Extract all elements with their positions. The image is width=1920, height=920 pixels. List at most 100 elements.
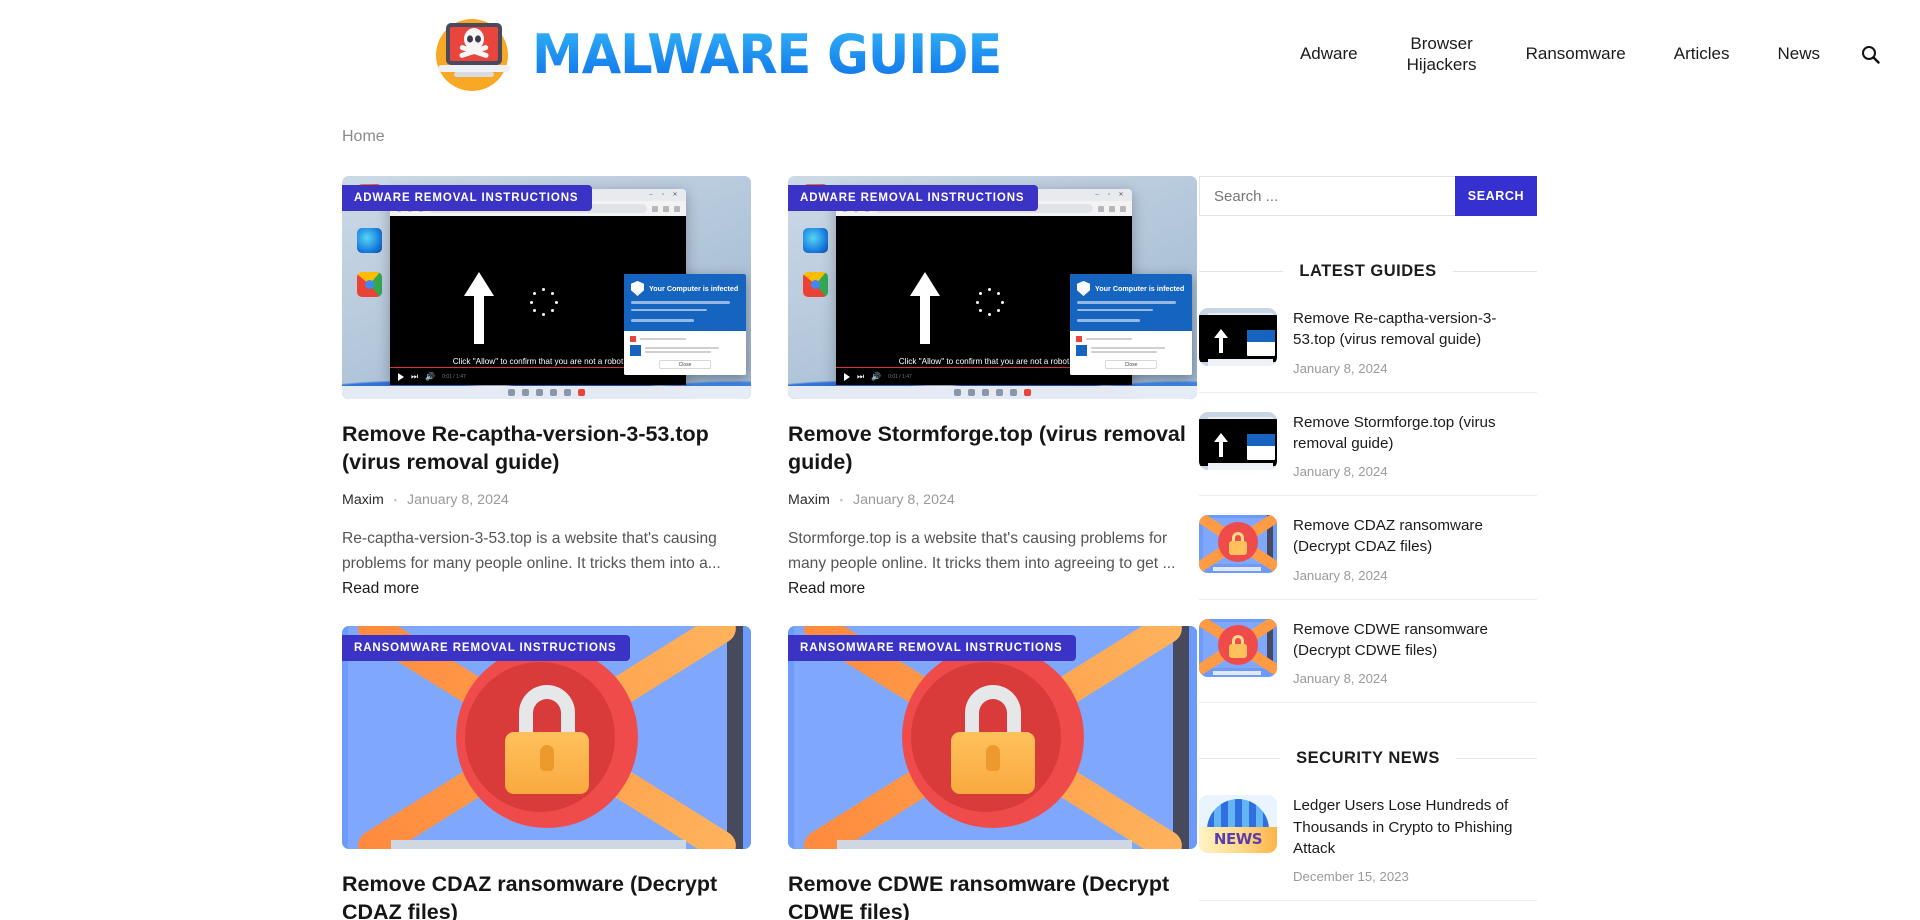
main-navigation: Adware Browser Hijackers Ransomware Arti… (1276, 33, 1920, 76)
news-thumb-label: NEWS (1213, 830, 1263, 849)
security-news-heading-text: SECURITY NEWS (1296, 749, 1440, 768)
list-item-title[interactable]: Ledger Users Lose Hundreds of Thousands … (1293, 795, 1537, 859)
nav-item-browser-hijackers[interactable]: Browser Hijackers (1382, 33, 1502, 76)
fake-alert-title: Your Computer is infected (1095, 284, 1185, 293)
post-date: January 8, 2024 (852, 491, 955, 508)
post-excerpt: Re-captha-version-3-53.top is a website … (342, 526, 751, 602)
list-item-date: January 8, 2024 (1293, 567, 1388, 583)
list-item-date: January 8, 2024 (1293, 360, 1388, 376)
search-button[interactable]: SEARCH (1455, 176, 1537, 216)
list-item[interactable]: Remove CDAZ ransomware (Decrypt CDAZ fil… (1199, 496, 1537, 600)
post-meta: Maxim ▪ January 8, 2024 (342, 492, 751, 508)
security-news-list: NEWS Ledger Users Lose Hundreds of Thous… (1199, 776, 1537, 902)
post-grid: – ▫ ✕ Click "Allow" to confirm that you … (342, 176, 1197, 920)
site-logo-text: MALWARE GUIDE (532, 22, 1002, 86)
nav-item-articles[interactable]: Articles (1650, 43, 1754, 64)
up-arrow-icon (910, 272, 940, 344)
edge-icon (802, 228, 828, 253)
category-badge[interactable]: ADWARE REMOVAL INSTRUCTIONS (342, 185, 592, 211)
fake-alert-close-button[interactable]: Close (659, 359, 711, 369)
list-item-title[interactable]: Remove CDAZ ransomware (Decrypt CDAZ fil… (1293, 515, 1537, 558)
latest-guides-list: Remove Re-captha-version-3-53.top (virus… (1199, 289, 1537, 704)
fake-security-alert: Your Computer is infected Close (624, 274, 746, 375)
post-excerpt-text: Stormforge.top is a website that's causi… (788, 529, 1176, 572)
news-globe-icon: NEWS (1199, 795, 1277, 854)
post-card[interactable]: – ▫ ✕ Click "Allow" to confirm that you … (342, 176, 751, 602)
site-logo[interactable]: MALWARE GUIDE (428, 15, 1002, 93)
post-list: – ▫ ✕ Click "Allow" to confirm that you … (342, 176, 1197, 920)
post-author[interactable]: Maxim (788, 492, 830, 508)
post-card[interactable]: RANSOMWARE REMOVAL INSTRUCTIONS Remove C… (342, 625, 751, 920)
chrome-icon (356, 272, 382, 297)
category-badge[interactable]: RANSOMWARE REMOVAL INSTRUCTIONS (788, 634, 1076, 661)
list-item-date: January 8, 2024 (1293, 671, 1388, 687)
fake-alert-close-button[interactable]: Close (1105, 359, 1157, 369)
post-author[interactable]: Maxim (342, 492, 384, 508)
sidebar-search-form: SEARCH (1199, 176, 1537, 216)
nav-item-news[interactable]: News (1753, 43, 1844, 64)
breadcrumb: Home (342, 128, 1920, 146)
meta-separator-icon: ▪ (393, 494, 397, 505)
padlock-shackle-icon (518, 685, 575, 739)
sidebar: SEARCH LATEST GUIDES Remove Re-captha-ve… (1199, 176, 1538, 902)
list-item-thumbnail: NEWS (1199, 795, 1277, 854)
list-item[interactable]: Remove Stormforge.top (virus removal gui… (1199, 393, 1537, 497)
page-body: – ▫ ✕ Click "Allow" to confirm that you … (342, 176, 1582, 920)
padlock-shackle-icon (964, 685, 1021, 739)
post-thumbnail[interactable]: RANSOMWARE REMOVAL INSTRUCTIONS (342, 625, 751, 849)
loading-spinner-icon (530, 288, 559, 317)
post-meta: Maxim ▪ January 8, 2024 (788, 492, 1197, 508)
fake-security-alert: Your Computer is infected Close (1070, 274, 1192, 375)
list-item-date: December 15, 2023 (1293, 869, 1409, 885)
read-more-link[interactable]: Read more (788, 580, 865, 597)
category-badge[interactable]: RANSOMWARE REMOVAL INSTRUCTIONS (342, 634, 630, 661)
post-excerpt-text: Re-captha-version-3-53.top is a website … (342, 529, 721, 572)
post-title[interactable]: Remove CDWE ransomware (Decrypt CDWE fil… (788, 870, 1197, 920)
post-title[interactable]: Remove Re-captha-version-3-53.top (virus… (342, 420, 751, 477)
security-news-heading: SECURITY NEWS (1199, 749, 1537, 768)
list-item-title[interactable]: Remove Stormforge.top (virus removal gui… (1293, 412, 1537, 455)
chrome-icon (802, 272, 828, 297)
list-item[interactable]: NEWS Ledger Users Lose Hundreds of Thous… (1199, 776, 1537, 902)
fake-alert-title: Your Computer is infected (649, 284, 739, 293)
heading-rule-left (1199, 271, 1284, 272)
read-more-link[interactable]: Read more (342, 580, 419, 597)
list-item-date: January 8, 2024 (1293, 464, 1388, 480)
post-card[interactable]: – ▫ ✕ Click "Allow" to confirm that you … (788, 176, 1197, 602)
taskbar (342, 386, 751, 399)
post-date: January 8, 2024 (406, 491, 509, 508)
post-card[interactable]: RANSOMWARE REMOVAL INSTRUCTIONS Remove C… (788, 625, 1197, 920)
category-badge[interactable]: ADWARE REMOVAL INSTRUCTIONS (788, 185, 1038, 211)
post-thumbnail[interactable]: – ▫ ✕ Click "Allow" to confirm that you … (342, 176, 751, 399)
up-arrow-icon (464, 272, 494, 344)
taskbar (788, 386, 1197, 399)
nav-item-adware[interactable]: Adware (1276, 43, 1382, 64)
heading-rule-right (1455, 758, 1537, 760)
latest-guides-heading-text: LATEST GUIDES (1299, 262, 1437, 280)
latest-guides-heading: LATEST GUIDES (1199, 262, 1538, 281)
post-title[interactable]: Remove CDAZ ransomware (Decrypt CDAZ fil… (342, 870, 751, 920)
breadcrumb-home[interactable]: Home (342, 128, 385, 145)
search-icon[interactable] (1844, 34, 1896, 74)
list-item[interactable]: Remove CDWE ransomware (Decrypt CDWE fil… (1199, 600, 1537, 704)
meta-separator-icon: ▪ (839, 494, 843, 505)
post-title[interactable]: Remove Stormforge.top (virus removal gui… (788, 420, 1197, 477)
heading-rule-left (1199, 758, 1281, 760)
post-thumbnail[interactable]: RANSOMWARE REMOVAL INSTRUCTIONS (788, 625, 1197, 849)
site-header: MALWARE GUIDE Adware Browser Hijackers R… (0, 0, 1920, 108)
post-thumbnail[interactable]: – ▫ ✕ Click "Allow" to confirm that you … (788, 176, 1197, 399)
list-item-title[interactable]: Remove CDWE ransomware (Decrypt CDWE fil… (1293, 619, 1537, 662)
list-item-thumbnail (1199, 515, 1277, 574)
list-item-thumbnail (1199, 618, 1277, 677)
post-excerpt: Stormforge.top is a website that's causi… (788, 526, 1197, 602)
search-input[interactable] (1199, 176, 1455, 216)
loading-spinner-icon (976, 288, 1005, 317)
shield-icon (631, 281, 644, 296)
list-item-thumbnail (1199, 308, 1277, 366)
shield-icon (1077, 281, 1090, 296)
laptop-skull-icon (428, 15, 518, 93)
nav-item-ransomware[interactable]: Ransomware (1502, 43, 1650, 64)
list-item-title[interactable]: Remove Re-captha-version-3-53.top (virus… (1293, 308, 1537, 351)
heading-rule-right (1452, 271, 1538, 272)
list-item[interactable]: Remove Re-captha-version-3-53.top (virus… (1199, 289, 1537, 393)
